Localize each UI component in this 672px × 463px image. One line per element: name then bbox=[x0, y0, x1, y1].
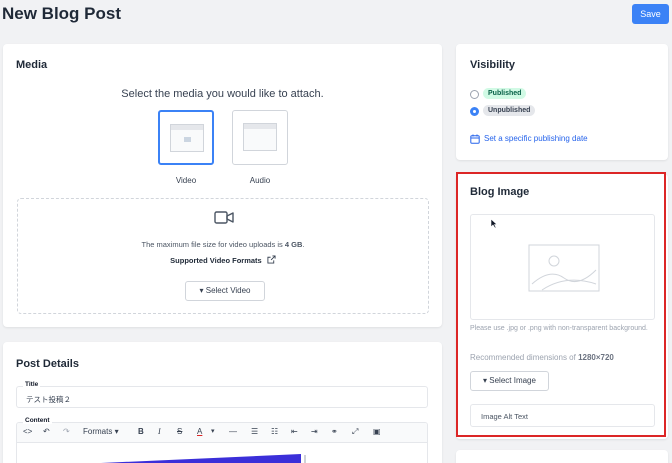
undo-icon[interactable]: ↶ bbox=[43, 427, 50, 436]
formats-dropdown[interactable]: Formats ▾ bbox=[83, 427, 119, 436]
highlight-frame bbox=[456, 172, 666, 437]
post-details-title: Post Details bbox=[16, 358, 79, 370]
bullet-list-icon[interactable]: ☰ bbox=[251, 427, 258, 436]
page-title: New Blog Post bbox=[2, 4, 122, 23]
media-option-video-label: Video bbox=[175, 176, 197, 185]
external-link-icon bbox=[267, 255, 276, 264]
save-button[interactable]: Save bbox=[632, 4, 669, 24]
text-color-button[interactable]: A bbox=[197, 427, 202, 436]
title-label: Title bbox=[23, 381, 41, 388]
next-sidebar-card bbox=[456, 450, 668, 463]
set-publishing-date-link[interactable]: Set a specific publishing date bbox=[484, 134, 588, 143]
code-view-icon[interactable]: <> bbox=[23, 427, 32, 436]
select-video-button[interactable]: ▾ Select Video bbox=[185, 281, 265, 301]
link-icon[interactable]: ⚭ bbox=[331, 427, 338, 436]
calendar-icon bbox=[470, 134, 480, 144]
media-option-video[interactable] bbox=[158, 110, 214, 165]
unpublished-badge[interactable]: Unpublished bbox=[483, 105, 536, 116]
max-size-text: The maximum file size for video uploads … bbox=[141, 240, 305, 249]
video-dropzone[interactable]: The maximum file size for video uploads … bbox=[17, 198, 429, 314]
page-header: New Blog Post Save bbox=[0, 0, 672, 34]
text-color-caret-icon[interactable]: ▾ bbox=[211, 427, 215, 435]
visibility-title: Visibility bbox=[470, 59, 516, 71]
audio-thumbnail-icon bbox=[243, 123, 277, 151]
bold-button[interactable]: B bbox=[138, 427, 144, 436]
title-value: テスト投稿２ bbox=[26, 395, 71, 404]
post-details-card: Post Details テスト投稿２ Title <> ↶ ↷ Formats… bbox=[3, 342, 442, 463]
outdent-icon[interactable]: ⇤ bbox=[291, 427, 298, 436]
media-option-audio[interactable] bbox=[232, 110, 288, 165]
radio-unpublished[interactable] bbox=[470, 107, 479, 116]
media-title: Media bbox=[16, 59, 48, 71]
redo-icon[interactable]: ↷ bbox=[63, 427, 70, 436]
editor-toolbar: <> ↶ ↷ Formats ▾ B I S A ▾ — ☰ ☷ ⇤ ⇥ ⚭ ⤢… bbox=[17, 423, 427, 443]
fullscreen-icon[interactable]: ⤢ bbox=[352, 427, 358, 437]
supported-formats-link[interactable]: Supported Video Formats bbox=[18, 255, 428, 265]
italic-button[interactable]: I bbox=[158, 427, 161, 436]
media-option-audio-label: Audio bbox=[249, 176, 271, 185]
video-thumbnail-icon bbox=[170, 124, 204, 152]
caret-down-icon: ▾ bbox=[199, 286, 204, 295]
numbered-list-icon[interactable]: ☷ bbox=[271, 427, 278, 436]
video-camera-icon bbox=[214, 211, 234, 224]
horizontal-rule-icon[interactable]: — bbox=[229, 427, 237, 436]
published-badge[interactable]: Published bbox=[483, 88, 527, 99]
image-insert-icon[interactable]: ▣ bbox=[373, 427, 381, 436]
title-field[interactable]: テスト投稿２ bbox=[16, 386, 428, 408]
media-prompt: Select the media you would like to attac… bbox=[121, 88, 324, 100]
strikethrough-button[interactable]: S bbox=[177, 427, 182, 436]
content-image bbox=[101, 454, 306, 463]
radio-published[interactable] bbox=[470, 90, 479, 99]
content-label: Content bbox=[23, 417, 52, 424]
indent-icon[interactable]: ⇥ bbox=[311, 427, 318, 436]
content-editor[interactable]: <> ↶ ↷ Formats ▾ B I S A ▾ — ☰ ☷ ⇤ ⇥ ⚭ ⤢… bbox=[16, 422, 428, 463]
media-card: Media Select the media you would like to… bbox=[3, 44, 442, 327]
